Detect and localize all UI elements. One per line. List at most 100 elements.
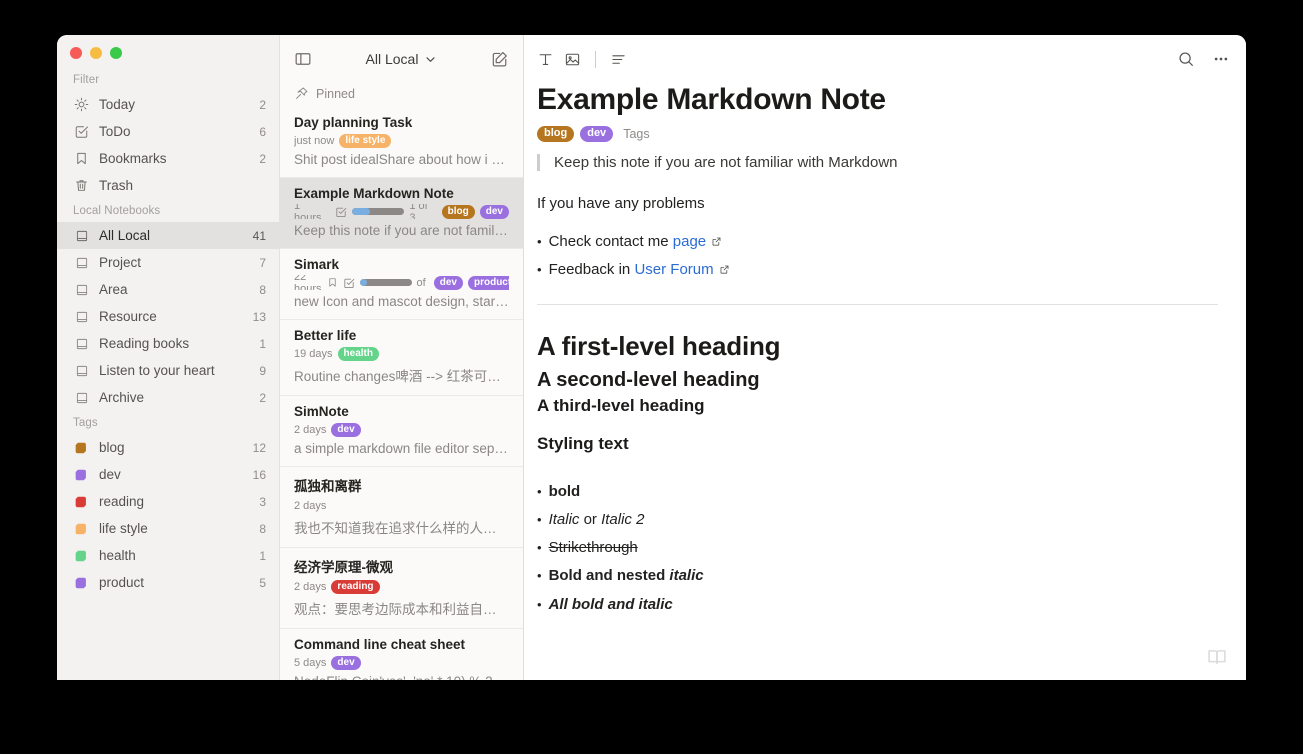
list-item[interactable]: Day planning Task just now life style Sh… <box>280 107 523 177</box>
heading-level-1: A first-level heading <box>537 330 781 361</box>
note-tag-chip: reading <box>331 579 380 594</box>
note-preview: Keep this note if you are not famili… <box>294 223 509 238</box>
list-item[interactable]: Simark 22 hours 6 of 41 dev product new … <box>280 248 523 319</box>
list-item[interactable]: Command line cheat sheet 5 days dev Node… <box>280 628 523 680</box>
more-options-icon[interactable] <box>1212 50 1230 68</box>
sidebar-item-project[interactable]: Project 7 <box>57 249 279 276</box>
note-preview: new Icon and mascot design, start … <box>294 294 509 309</box>
sidebar-tag-product[interactable]: product 5 <box>57 569 279 596</box>
sidebar-item-all-local[interactable]: All Local 41 <box>57 222 279 249</box>
list-item: Feedback in User Forum <box>537 258 1218 281</box>
sidebar-tag-count: 5 <box>259 575 266 590</box>
note-preview: NodeFlip Coin'yes', 'no' * 10) % 2]… <box>294 674 509 680</box>
user-forum-link[interactable]: User Forum <box>634 261 713 278</box>
note-time: 2 days <box>294 580 327 593</box>
editor-body[interactable]: Example Markdown Note blog dev Tags Keep… <box>524 83 1246 616</box>
sidebar-item-reading-books[interactable]: Reading books 1 <box>57 330 279 357</box>
list-item[interactable]: Better life 19 days health Routine chang… <box>280 319 523 395</box>
page-title: Example Markdown Note <box>537 83 886 116</box>
note-preview: Routine changes啤酒 --> 红茶可乐… <box>294 369 509 384</box>
notebook-icon <box>73 389 90 406</box>
toolbar-divider <box>595 50 596 68</box>
sidebar-toggle-icon[interactable] <box>294 50 312 68</box>
note-list-title[interactable]: All Local <box>312 51 491 67</box>
styling-list: bold Italic or Italic 2 Strikethrough Bo… <box>537 480 1218 616</box>
note-meta: 1 hours 1 of 3 blog dev <box>294 204 509 219</box>
sidebar-tag-blog[interactable]: blog 12 <box>57 434 279 461</box>
contact-page-link[interactable]: page <box>673 233 706 250</box>
bold-sample: bold <box>548 482 581 500</box>
note-time: 19 days <box>294 347 333 360</box>
note-tag-chip: dev <box>479 204 509 219</box>
insert-image-icon[interactable] <box>564 51 581 68</box>
note-tag-chip[interactable]: dev <box>580 126 614 142</box>
note-tags-row: blog dev Tags <box>537 126 1218 142</box>
minimize-button[interactable] <box>90 47 102 59</box>
sidebar-tag-dev[interactable]: dev 16 <box>57 461 279 488</box>
notebook-icon <box>73 281 90 298</box>
note-meta: 2 days <box>294 498 509 513</box>
note-tag-chip: blog <box>441 204 475 219</box>
list-item[interactable]: 经济学原理-微观 2 days reading 观点：要思考边际成本和利益自由… <box>280 547 523 628</box>
note-tag-chip: health <box>337 346 379 361</box>
sidebar-item-trash[interactable]: Trash <box>57 172 279 199</box>
sidebar-item-count: 2 <box>259 390 266 405</box>
list-item[interactable]: Example Markdown Note 1 hours 1 of 3 blo… <box>280 177 523 248</box>
note-list-panel: All Local Pinned Day planning Task just … <box>279 35 524 680</box>
compose-icon[interactable] <box>491 50 509 68</box>
chevron-down-icon <box>424 53 437 66</box>
note-meta: 19 days health <box>294 346 509 361</box>
outline-icon[interactable] <box>610 51 627 68</box>
filter-section-label: Filter <box>73 74 100 86</box>
notebook-icon <box>73 308 90 325</box>
sidebar: Filter Today 2 ToDo 6 Bookmarks 2 Trash … <box>57 35 279 680</box>
sidebar-item-label: Listen to your heart <box>99 363 215 378</box>
app-window: Filter Today 2 ToDo 6 Bookmarks 2 Trash … <box>57 35 1246 680</box>
note-progress-label: 6 of 41 <box>416 275 429 290</box>
window-controls <box>57 35 279 68</box>
note-title: Better life <box>294 328 357 343</box>
sidebar-item-count: 2 <box>259 151 266 166</box>
tag-icon <box>73 574 90 591</box>
note-title: SimNote <box>294 404 349 419</box>
list-item[interactable]: 孤独和离群 2 days 我也不知道我在追求什么样的人生… <box>280 466 523 547</box>
note-tag-chip[interactable]: blog <box>537 126 575 142</box>
book-icon[interactable] <box>1206 646 1228 668</box>
sidebar-tag-reading[interactable]: reading 3 <box>57 488 279 515</box>
bullet-text-before: Check contact me <box>548 233 673 250</box>
pin-icon <box>294 86 309 101</box>
sidebar-item-area[interactable]: Area 8 <box>57 276 279 303</box>
sidebar-item-resource[interactable]: Resource 13 <box>57 303 279 330</box>
sidebar-tag-label: product <box>99 575 145 590</box>
note-list-title-label: All Local <box>365 51 419 67</box>
tags-placeholder-label[interactable]: Tags <box>623 127 649 141</box>
sidebar-tag-count: 1 <box>259 548 266 563</box>
sidebar-tag-label: reading <box>99 494 145 509</box>
notebook-icon <box>73 254 90 271</box>
bold-italic-sample: All bold and italic <box>548 595 673 613</box>
list-item: Strikethrough <box>537 536 1218 559</box>
sidebar-item-archive[interactable]: Archive 2 <box>57 384 279 411</box>
text-format-icon[interactable] <box>537 51 554 68</box>
horizontal-rule <box>537 303 1218 305</box>
notebook-icon <box>73 335 90 352</box>
sidebar-item-today[interactable]: Today 2 <box>57 91 279 118</box>
sidebar-tag-health[interactable]: health 1 <box>57 542 279 569</box>
styling-text-heading: Styling text <box>537 433 629 453</box>
search-icon[interactable] <box>1177 50 1195 68</box>
note-progress-bar <box>359 279 412 286</box>
list-item[interactable]: SimNote 2 days dev a simple markdown fil… <box>280 395 523 466</box>
note-title: Command line cheat sheet <box>294 637 466 652</box>
list-item: Check contact me page <box>537 230 1218 253</box>
zoom-button[interactable] <box>110 47 122 59</box>
sidebar-item-label: Area <box>99 282 128 297</box>
sidebar-item-listen-to-your-heart[interactable]: Listen to your heart 9 <box>57 357 279 384</box>
note-meta: 2 days dev <box>294 422 509 437</box>
tags-section-label: Tags <box>73 417 98 429</box>
close-button[interactable] <box>70 47 82 59</box>
sidebar-item-todo[interactable]: ToDo 6 <box>57 118 279 145</box>
note-list-header: All Local <box>280 35 523 83</box>
note-tag-chip: life style <box>339 133 392 148</box>
sidebar-item-bookmarks[interactable]: Bookmarks 2 <box>57 145 279 172</box>
sidebar-tag-life-style[interactable]: life style 8 <box>57 515 279 542</box>
